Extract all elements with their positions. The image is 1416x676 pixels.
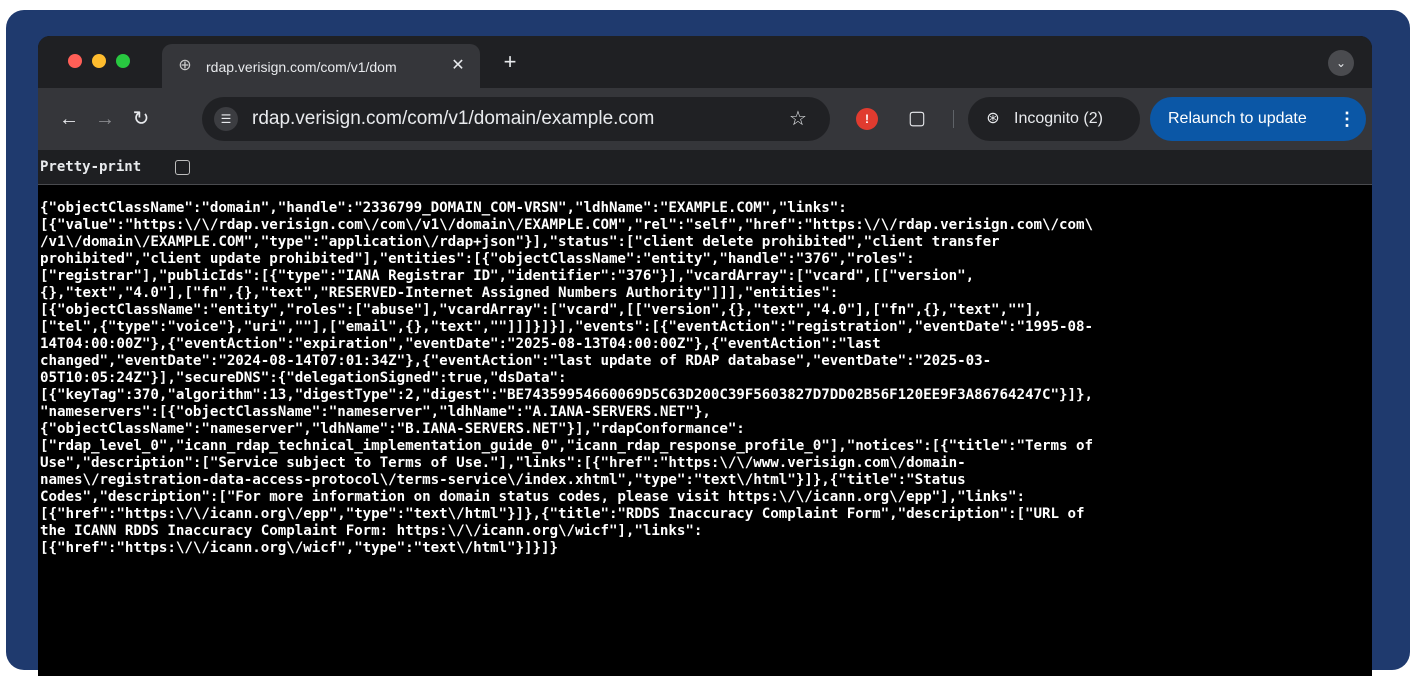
json-line: {"objectClassName":"nameserver","ldhName… [40,421,745,437]
browser-window: ⊕ rdap.verisign.com/com/v1/dom ✕ + ⌄ ← →… [38,36,1372,676]
globe-icon: ⊕ [178,57,192,74]
back-arrow-icon[interactable]: ← [56,106,82,132]
json-line: /v1\/domain\/EXAMPLE.COM","type":"applic… [40,234,1000,250]
json-line: ["registrar"],"publicIds":[{"type":"IANA… [40,268,975,284]
json-line: ["rdap_level_0","icann_rdap_technical_im… [40,438,1093,454]
incognito-button[interactable]: ⊛ Incognito (2) [968,97,1140,141]
tab-title: rdap.verisign.com/com/v1/dom [206,59,397,75]
json-line: [{"value":"https:\/\/rdap.verisign.com\/… [40,217,1093,233]
window-zoom-button[interactable] [116,54,130,68]
json-line: Codes","description":["For more informat… [40,489,1026,505]
active-tab[interactable]: ⊕ rdap.verisign.com/com/v1/dom ✕ [162,44,480,88]
extensions-puzzle-icon[interactable]: ▢ [904,106,930,132]
tab-search-chevron-icon[interactable]: ⌄ [1328,50,1354,76]
window-minimize-button[interactable] [92,54,106,68]
reload-icon[interactable]: ↻ [128,106,154,132]
json-line: "nameservers":[{"objectClassName":"names… [40,404,711,420]
json-line: 14T04:00:00Z"},{"eventAction":"expiratio… [40,336,881,352]
tab-strip: ⊕ rdap.verisign.com/com/v1/dom ✕ + ⌄ [38,36,1372,88]
json-line: [{"keyTag":370,"algorithm":13,"digestTyp… [40,387,1093,403]
json-line: changed","eventDate":"2024-08-14T07:01:3… [40,353,992,369]
incognito-icon: ⊛ [986,110,1000,127]
site-info-icon[interactable]: ☰ [214,107,238,131]
json-line: ["tel",{"type":"voice"},"uri",""],["emai… [40,319,1093,335]
json-line: prohibited","client update prohibited"],… [40,251,915,267]
incognito-label: Incognito (2) [1014,110,1103,127]
json-line: [{"objectClassName":"entity","roles":["a… [40,302,1043,318]
json-line: Use","description":["Service subject to … [40,455,966,471]
pretty-print-label: Pretty-print [40,159,142,175]
url-text[interactable]: rdap.verisign.com/com/v1/domain/example.… [252,108,752,130]
browser-toolbar: ← → ↻ ☰ rdap.verisign.com/com/v1/domain/… [38,88,1372,150]
extension-shield-icon[interactable]: ! [856,108,878,130]
toolbar-divider [953,110,954,128]
forward-arrow-icon[interactable]: → [92,106,118,132]
json-line: the ICANN RDDS Inaccuracy Complaint Form… [40,523,703,539]
json-line: 05T10:05:24Z"}],"secureDNS":{"delegation… [40,370,567,386]
window-close-button[interactable] [68,54,82,68]
address-bar[interactable]: ☰ rdap.verisign.com/com/v1/domain/exampl… [202,97,830,141]
json-line: [{"href":"https:\/\/icann.org\/wicf","ty… [40,540,558,556]
relaunch-label: Relaunch to update [1168,110,1307,127]
tab-title-fade [412,52,448,80]
kebab-menu-icon[interactable]: ⋮ [1338,107,1356,131]
close-tab-icon[interactable]: ✕ [448,56,468,76]
json-line: [{"href":"https:\/\/icann.org\/epp","typ… [40,506,1085,522]
json-line: names\/registration-data-access-protocol… [40,472,966,488]
relaunch-to-update-button[interactable]: Relaunch to update ⋮ [1150,97,1366,141]
json-line: {"objectClassName":"domain","handle":"23… [40,200,847,216]
pretty-print-checkbox[interactable] [175,160,190,175]
json-response-body: {"objectClassName":"domain","handle":"23… [40,200,1370,670]
bookmark-star-icon[interactable]: ☆ [786,107,810,131]
new-tab-button[interactable]: + [496,48,524,76]
pretty-print-bar: Pretty-print [38,150,1372,185]
json-line: {},"text","4.0"],["fn",{},"text","RESERV… [40,285,839,301]
page-content: Pretty-print {"objectClassName":"domain"… [38,150,1372,676]
